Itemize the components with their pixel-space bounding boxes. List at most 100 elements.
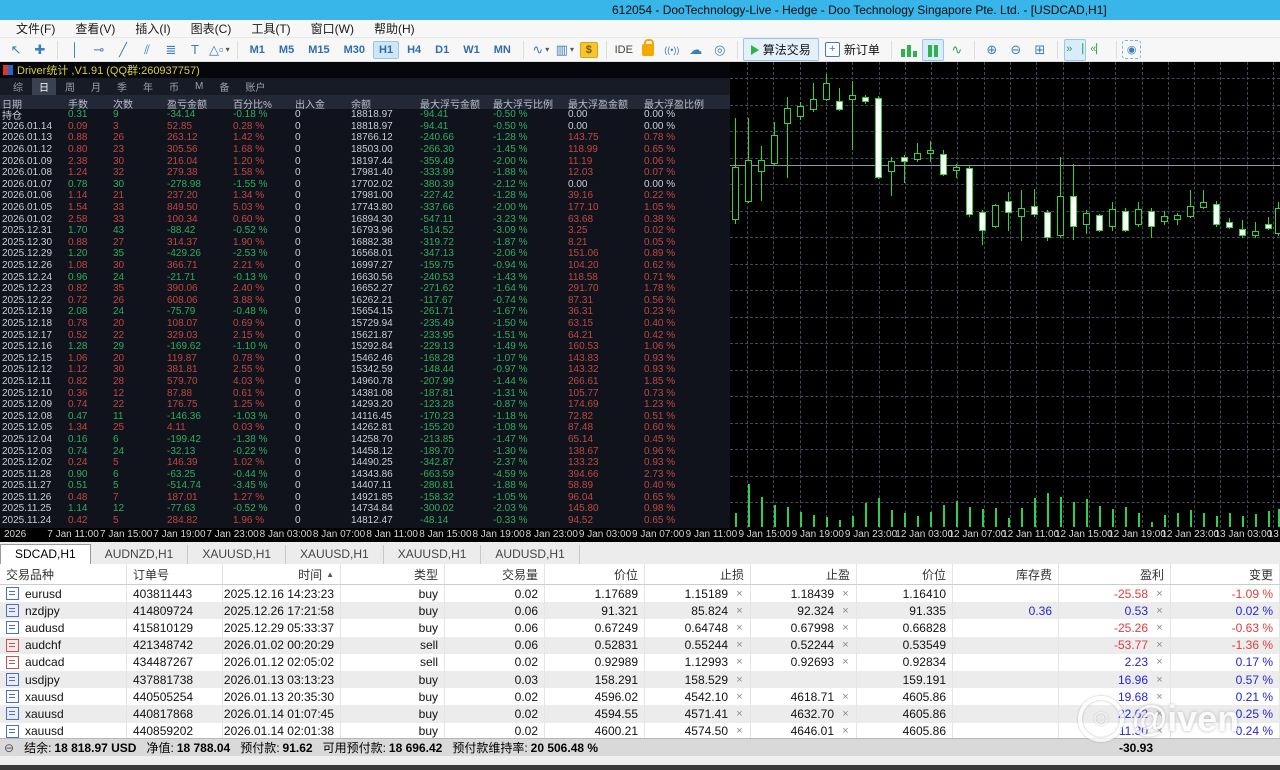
close-x-button[interactable]: × (841, 639, 850, 651)
stats-tab-日[interactable]: 日 (32, 78, 56, 95)
close-x-button[interactable]: × (1155, 725, 1164, 737)
close-x-button[interactable]: × (841, 656, 850, 668)
crosshair-tool-icon[interactable]: ✚ (29, 39, 51, 61)
close-x-button[interactable]: × (841, 588, 850, 600)
bar-chart-mode-icon[interactable] (898, 39, 920, 61)
stats-tab-周[interactable]: 周 (58, 78, 82, 95)
timeframe-m15[interactable]: M15 (302, 41, 335, 59)
timeframe-m30[interactable]: M30 (338, 41, 371, 59)
market-button[interactable] (637, 39, 659, 61)
close-x-button[interactable]: × (735, 605, 744, 617)
chart-tab-xauusdh1[interactable]: XAUUSD,H1 (286, 545, 384, 564)
orders-col-header[interactable]: 订单号 (127, 564, 223, 584)
text-tool-icon[interactable]: T (184, 39, 206, 61)
menu-item[interactable]: 查看(V) (65, 20, 125, 38)
chart-tab-audnzdh1[interactable]: AUDNZD,H1 (91, 545, 189, 564)
stats-tab-M[interactable]: M (188, 80, 210, 93)
stats-tab-月[interactable]: 月 (84, 78, 108, 95)
cloud-icon[interactable]: ☁ (685, 39, 707, 61)
shapes-tool-icon[interactable]: △▫▾ (208, 39, 231, 61)
order-row[interactable]: usdjpy4378817382026.01.13 03:13:23buy0.0… (0, 671, 1280, 688)
timeframe-h1[interactable]: H1 (373, 41, 399, 59)
orders-col-header[interactable]: 止盈 (751, 564, 857, 584)
orders-col-header[interactable]: 时间▲ (223, 564, 341, 584)
close-x-button[interactable]: × (735, 691, 744, 703)
menu-item[interactable]: 插入(I) (125, 20, 180, 38)
stats-tab-账户[interactable]: 账户 (238, 78, 272, 95)
close-x-button[interactable]: × (1155, 656, 1164, 668)
shift-back-icon[interactable]: «⎸ (1088, 39, 1110, 61)
menu-item[interactable]: 图表(C) (181, 20, 242, 38)
chart-canvas[interactable] (730, 62, 1280, 528)
order-row[interactable]: xauusd4408178682026.01.14 01:07:45buy0.0… (0, 705, 1280, 722)
stats-tab-季[interactable]: 季 (110, 78, 134, 95)
close-x-button[interactable]: × (1155, 639, 1164, 651)
new-order-button[interactable]: +新订单 (819, 39, 886, 60)
close-x-button[interactable]: × (1155, 691, 1164, 703)
signals-icon[interactable]: ((•)) (661, 39, 683, 61)
screenshot-camera-icon[interactable]: ◉ (1122, 40, 1142, 59)
channel-tool-icon[interactable]: ⫽ (136, 39, 158, 61)
chart-tab-xauusdh1[interactable]: XAUUSD,H1 (384, 545, 482, 564)
algo-trading-button[interactable]: 算法交易 (743, 38, 819, 61)
chart-tab-audusdh1[interactable]: AUDUSD,H1 (481, 545, 579, 564)
orders-col-header[interactable]: 交易量 (445, 564, 545, 584)
order-row[interactable]: audcad4344872672026.01.12 02:05:02sell0.… (0, 654, 1280, 671)
timeframe-h4[interactable]: H4 (401, 41, 427, 59)
menu-item[interactable]: 窗口(W) (301, 20, 364, 38)
close-x-button[interactable]: × (1155, 605, 1164, 617)
currency-icon[interactable]: $ (578, 39, 600, 61)
fibonacci-tool-icon[interactable]: ≣ (160, 39, 182, 61)
orders-col-header[interactable]: 止损 (645, 564, 751, 584)
close-x-button[interactable]: × (1155, 622, 1164, 634)
line-chart-mode-icon[interactable]: ∿ (946, 39, 968, 61)
close-x-button[interactable]: × (841, 605, 850, 617)
community-icon[interactable]: ◎ (709, 39, 731, 61)
zoom-in-icon[interactable]: ⊕ (981, 39, 1003, 61)
horizontal-line-tool-icon[interactable]: ⊸ (88, 39, 110, 61)
zoom-out-icon[interactable]: ⊖ (1005, 39, 1027, 61)
close-x-button[interactable]: × (735, 588, 744, 600)
order-row[interactable]: nzdjpy4148097242025.12.26 17:21:58buy0.0… (0, 602, 1280, 619)
stats-tab-备[interactable]: 备 (212, 78, 236, 95)
close-x-button[interactable]: × (735, 639, 744, 651)
chart-tab-sdcadh1[interactable]: SDCAD,H1 (0, 544, 91, 564)
order-row[interactable]: xauusd4405052542026.01.13 20:35:30buy0.0… (0, 688, 1280, 705)
orders-col-header[interactable]: 交易品种 (0, 564, 127, 584)
menu-item[interactable]: 文件(F) (6, 20, 65, 38)
orders-col-header[interactable]: 价位 (545, 564, 645, 584)
order-row[interactable]: audusd4158101292025.12.29 05:33:37buy0.0… (0, 619, 1280, 636)
cursor-tool-icon[interactable]: ↖ (5, 39, 27, 61)
shift-end-icon[interactable]: »⎹ (1064, 39, 1086, 61)
orders-col-header[interactable]: 盈利 (1059, 564, 1171, 584)
timeframe-mn[interactable]: MN (488, 41, 517, 59)
order-row[interactable]: audchf4213487422026.01.02 00:20:29sell0.… (0, 637, 1280, 654)
close-x-button[interactable]: × (841, 725, 850, 737)
timeframe-m5[interactable]: M5 (273, 41, 300, 59)
menu-item[interactable]: 工具(T) (241, 20, 300, 38)
candlestick-mode-icon[interactable] (922, 39, 944, 61)
close-x-button[interactable]: × (1155, 674, 1164, 686)
tile-windows-icon[interactable]: ⊞ (1029, 39, 1051, 61)
close-x-button[interactable]: × (1155, 588, 1164, 600)
close-x-button[interactable]: × (841, 708, 850, 720)
timeframe-d1[interactable]: D1 (429, 41, 455, 59)
orders-col-header[interactable]: 库存费 (953, 564, 1059, 584)
close-x-button[interactable]: × (841, 691, 850, 703)
close-x-button[interactable]: × (841, 622, 850, 634)
close-x-button[interactable]: × (735, 708, 744, 720)
ide-button[interactable]: IDE (613, 39, 635, 61)
close-x-button[interactable]: × (735, 725, 744, 737)
close-x-button[interactable]: × (1155, 708, 1164, 720)
chart-tab-xauusdh1[interactable]: XAUUSD,H1 (188, 545, 286, 564)
close-x-button[interactable]: × (735, 622, 744, 634)
timeframe-w1[interactable]: W1 (457, 41, 486, 59)
stats-tab-综[interactable]: 综 (6, 78, 30, 95)
orders-col-header[interactable]: 价位 (857, 564, 953, 584)
indicators-icon[interactable]: ∿▾ (530, 39, 552, 61)
orders-col-header[interactable]: 变更 (1171, 564, 1280, 584)
timeframe-m1[interactable]: M1 (244, 41, 271, 59)
stats-tab-年[interactable]: 年 (136, 78, 160, 95)
menu-item[interactable]: 帮助(H) (364, 20, 425, 38)
close-x-button[interactable]: × (735, 656, 744, 668)
